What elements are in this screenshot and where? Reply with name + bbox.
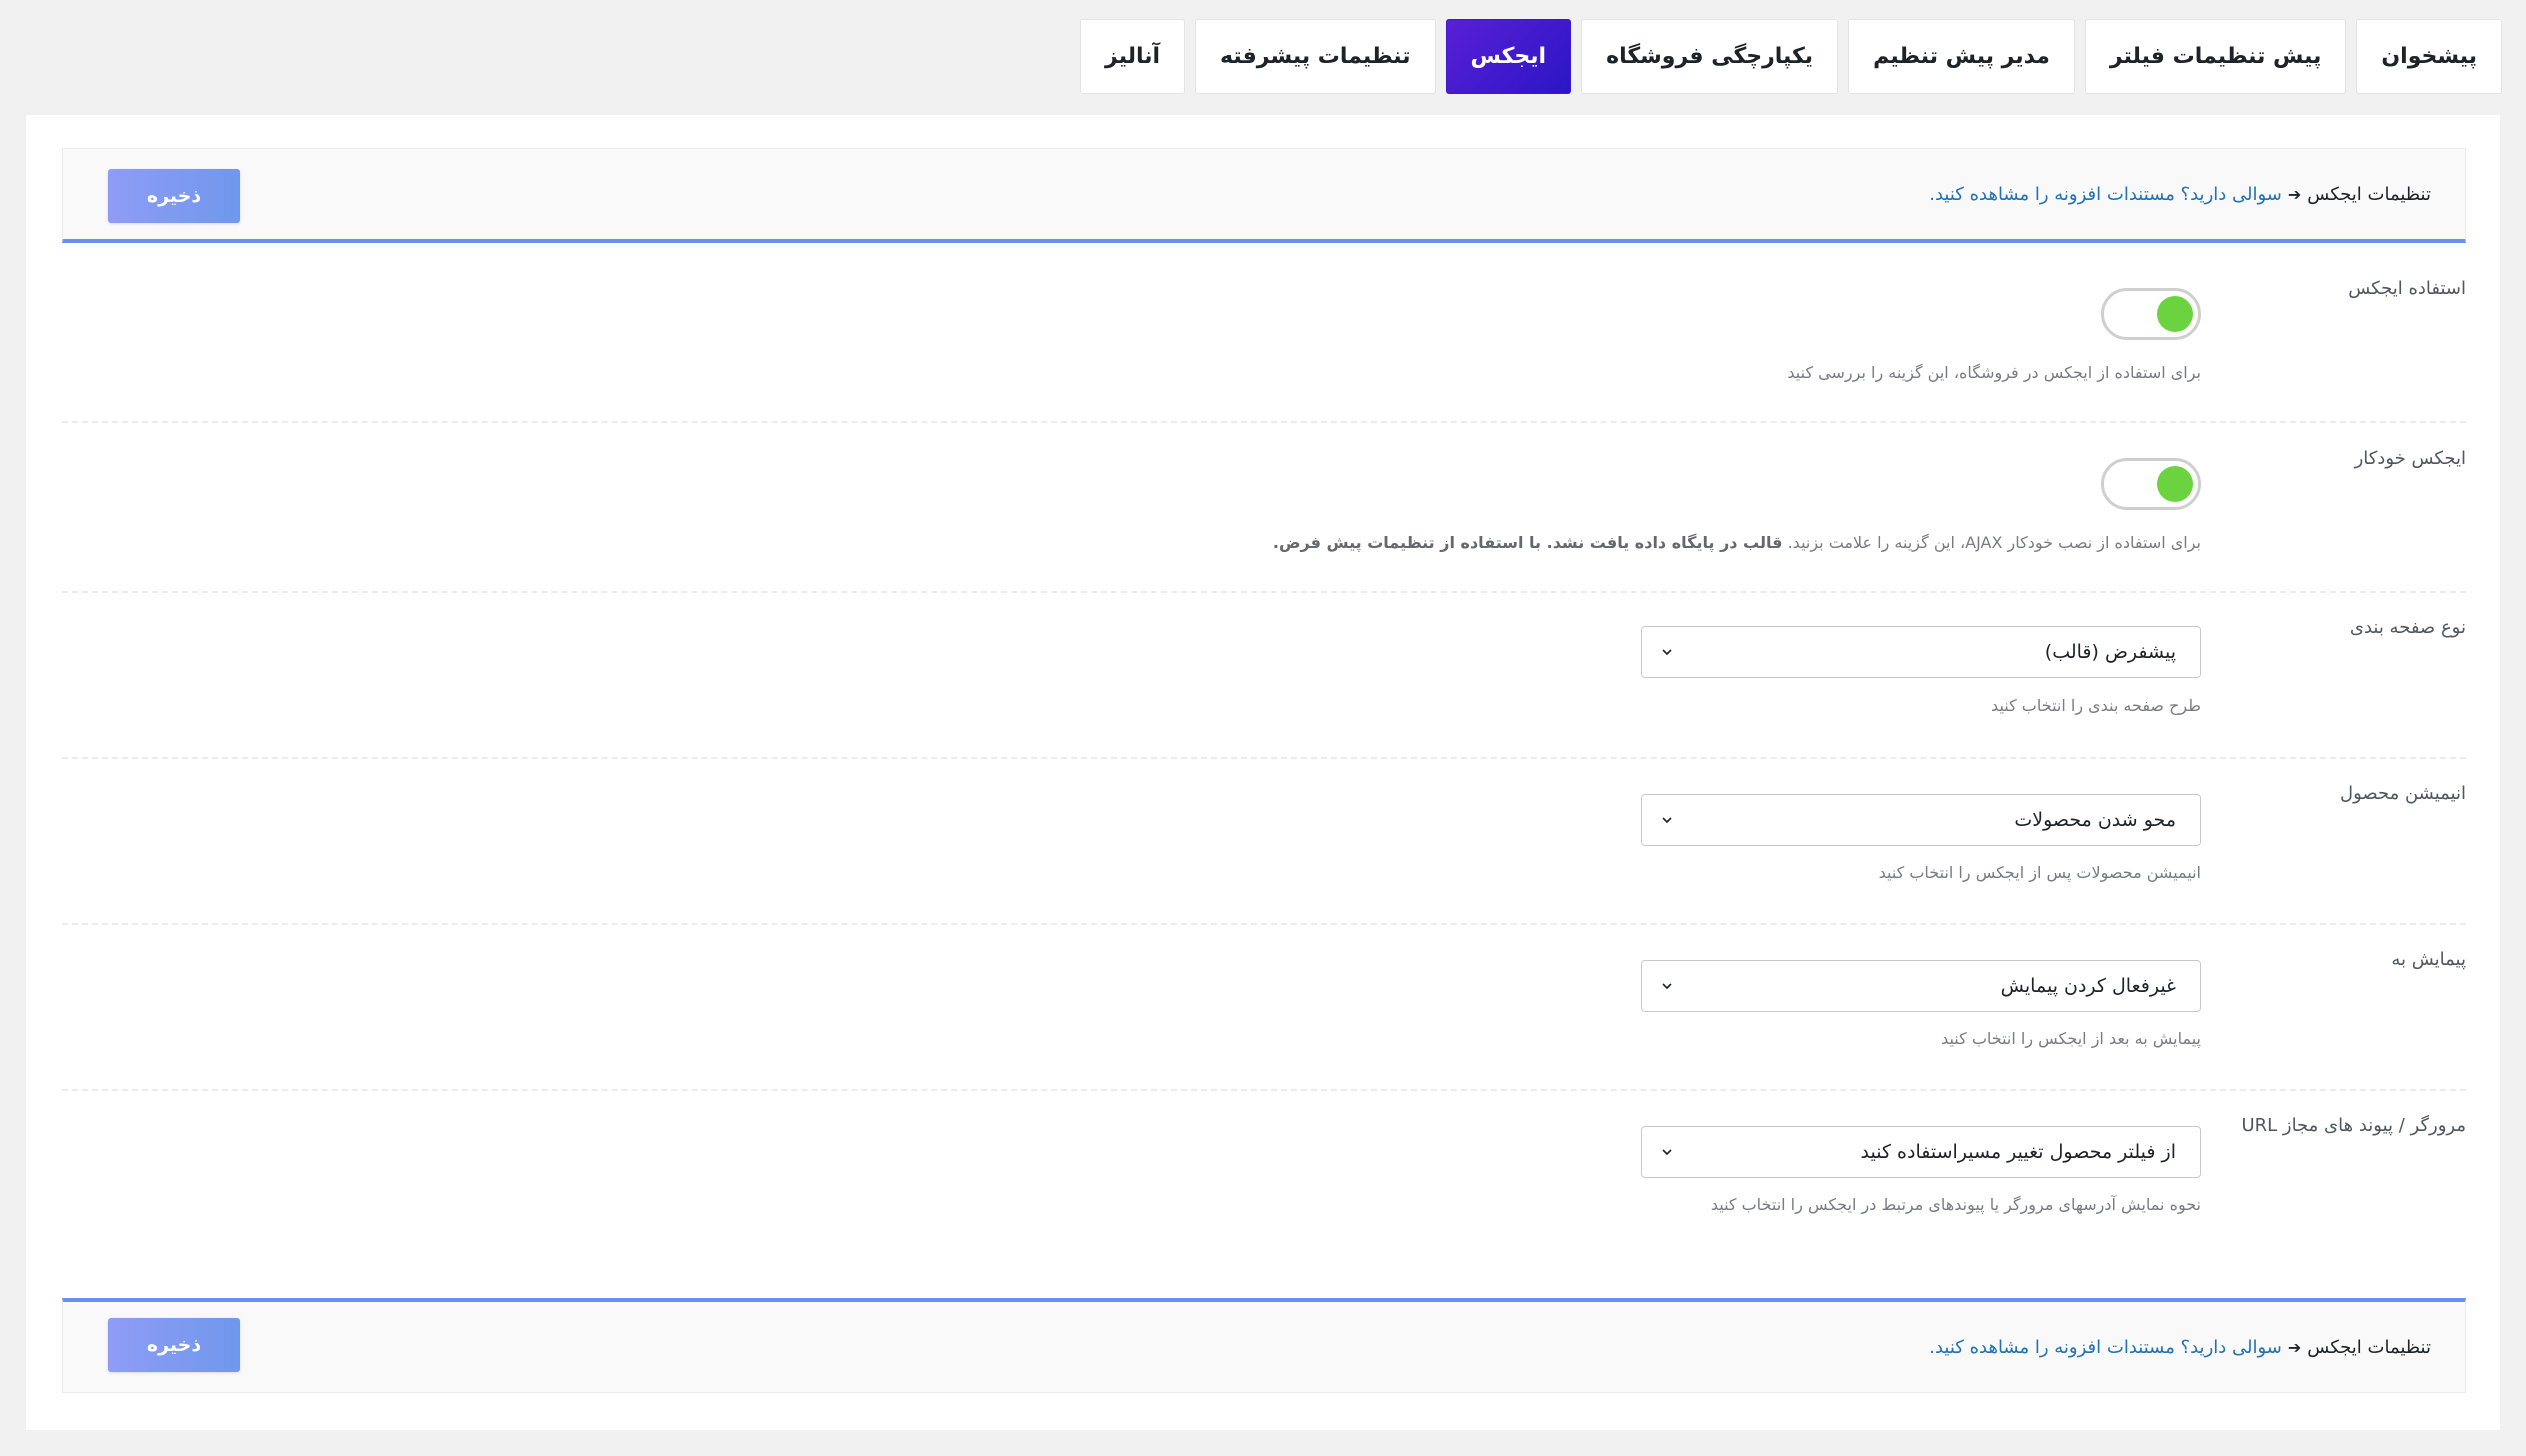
tab-analytics[interactable]: آنالیز	[1080, 19, 1186, 94]
chevron-down-icon	[1662, 817, 1672, 824]
tab-dashboard[interactable]: پیشخوان	[2356, 19, 2502, 94]
save-button[interactable]: ذخیره	[108, 169, 240, 223]
arrow-icon: ➔	[2287, 184, 2302, 204]
setting-label: پیمایش به	[2391, 949, 2466, 970]
documentation-link[interactable]: سوالی دارید؟ مستندات افزونه را مشاهده کن…	[1929, 184, 2282, 205]
breadcrumb-title: تنظیمات ایجکس	[2307, 1336, 2431, 1358]
tab-preset-manager[interactable]: مدیر پیش تنظیم	[1848, 19, 2075, 94]
setting-row-scroll-to: پیمایش به غیرفعال کردن پیمایش پیمایش به …	[62, 925, 2466, 1091]
select-value: غیرفعال کردن پیمایش	[2000, 975, 2176, 997]
breadcrumb: تنظیمات ایجکس ➔ سوالی دارید؟ مستندات افز…	[1929, 149, 2431, 239]
pagination-type-select[interactable]: پیشفرض (قالب)	[1641, 626, 2201, 678]
documentation-link[interactable]: سوالی دارید؟ مستندات افزونه را مشاهده کن…	[1929, 1337, 2282, 1358]
setting-label: انیمیشن محصول	[2339, 783, 2466, 804]
breadcrumb: تنظیمات ایجکس ➔ سوالی دارید؟ مستندات افز…	[1929, 1302, 2431, 1392]
tab-filter-presets[interactable]: پیش تنظیمات فیلتر	[2084, 19, 2347, 94]
tab-shop-integration[interactable]: یکپارچگی فروشگاه	[1581, 19, 1839, 94]
footer-bar: تنظیمات ایجکس ➔ سوالی دارید؟ مستندات افز…	[62, 1298, 2466, 1393]
tab-bar: پیشخوان پیش تنظیمات فیلتر مدیر پیش تنظیم…	[1080, 19, 2502, 94]
setting-row-browser-url: URL مرورگر / پیوند های مجاز از فیلتر محص…	[62, 1091, 2466, 1271]
setting-label: استفاده ایجکس	[2348, 278, 2466, 299]
setting-description: نحوه نمایش آدرسهای مرورگر یا پیوندهای مر…	[1710, 1195, 2201, 1214]
tab-ajax[interactable]: ایجکس	[1445, 19, 1572, 94]
product-animation-select[interactable]: محو شدن محصولات	[1641, 794, 2201, 846]
setting-label: ایجکس خودکار	[2354, 448, 2466, 469]
save-button[interactable]: ذخیره	[108, 1318, 240, 1372]
tab-advanced-settings[interactable]: تنظیمات پیشرفته	[1195, 19, 1436, 94]
header-bar: تنظیمات ایجکس ➔ سوالی دارید؟ مستندات افز…	[62, 148, 2466, 243]
setting-description: برای استفاده از نصب خودکار AJAX، این گزی…	[1273, 533, 2201, 552]
description-text: برای استفاده از نصب خودکار AJAX، این گزی…	[1787, 533, 2201, 552]
select-value: محو شدن محصولات	[2014, 809, 2176, 831]
select-value: پیشفرض (قالب)	[2044, 641, 2176, 663]
setting-row-product-animation: انیمیشن محصول محو شدن محصولات انیمیشن مح…	[62, 759, 2466, 925]
setting-description: طرح صفحه بندی را انتخاب کنید	[1991, 696, 2201, 715]
setting-description: پیمایش به بعد از ایجکس را انتخاب کنید	[1941, 1029, 2201, 1048]
use-ajax-toggle[interactable]	[2101, 288, 2201, 340]
settings-panel: تنظیمات ایجکس ➔ سوالی دارید؟ مستندات افز…	[26, 115, 2500, 1430]
scroll-to-select[interactable]: غیرفعال کردن پیمایش	[1641, 960, 2201, 1012]
setting-row-pagination-type: نوع صفحه بندی پیشفرض (قالب) طرح صفحه بند…	[62, 593, 2466, 759]
toggle-knob	[2157, 466, 2193, 502]
breadcrumb-title: تنظیمات ایجکس	[2307, 183, 2431, 205]
toggle-knob	[2157, 296, 2193, 332]
chevron-down-icon	[1662, 983, 1672, 990]
setting-description: برای استفاده از ایجکس در فروشگاه، این گز…	[1787, 363, 2201, 382]
arrow-icon: ➔	[2287, 1337, 2302, 1357]
description-warning: قالب در پایگاه داده یافت نشد. با استفاده…	[1272, 533, 1783, 552]
setting-label: نوع صفحه بندی	[2349, 617, 2466, 638]
auto-ajax-toggle[interactable]	[2101, 458, 2201, 510]
setting-row-auto-ajax: ایجکس خودکار برای استفاده از نصب خودکار …	[62, 423, 2466, 593]
chevron-down-icon	[1662, 1149, 1672, 1156]
setting-description: انیمیشن محصولات پس از ایجکس را انتخاب کن…	[1878, 863, 2201, 882]
chevron-down-icon	[1662, 649, 1672, 656]
setting-row-use-ajax: استفاده ایجکس برای استفاده از ایجکس در ف…	[62, 253, 2466, 423]
browser-url-select[interactable]: از فیلتر محصول تغییر مسیراستفاده کنید	[1641, 1126, 2201, 1178]
setting-label: URL مرورگر / پیوند های مجاز	[2241, 1115, 2466, 1136]
select-value: از فیلتر محصول تغییر مسیراستفاده کنید	[1860, 1141, 2177, 1163]
